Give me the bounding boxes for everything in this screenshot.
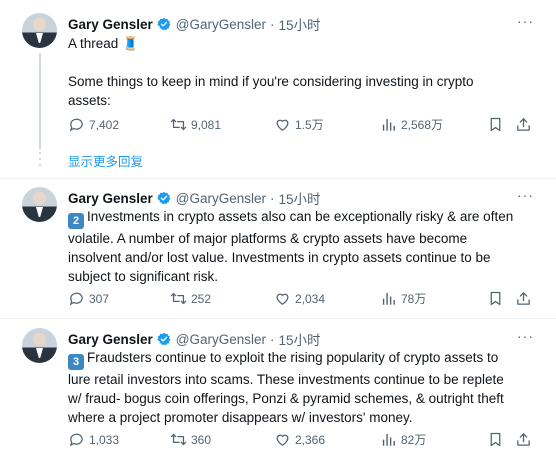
avatar[interactable] [22, 13, 57, 48]
share-icon [515, 290, 532, 307]
like-icon [274, 431, 291, 448]
reply-button[interactable]: 7,402 [68, 116, 119, 133]
author-handle[interactable]: @GaryGensler [176, 191, 266, 206]
reply-icon [68, 116, 85, 133]
share-button[interactable] [515, 431, 532, 453]
reply-count: 1,033 [89, 432, 120, 447]
bookmark-icon [487, 431, 504, 448]
share-icon [515, 116, 532, 133]
tweet-2[interactable]: Gary Gensler @GaryGensler · 15小时 ··· 2 In… [0, 179, 556, 319]
share-button[interactable] [515, 116, 532, 138]
tweet-header: Gary Gensler @GaryGensler · 15小时 [68, 329, 321, 349]
views-button[interactable]: 82万 [380, 431, 426, 448]
timestamp[interactable]: 15小时 [279, 14, 321, 34]
like-button[interactable]: 2,366 [274, 431, 325, 448]
keycap-icon: 3 [68, 354, 84, 370]
tweet-header: Gary Gensler @GaryGensler · 15小时 [68, 14, 321, 34]
action-bar: 7,402 9,081 1.5万 2,568万 [68, 116, 536, 136]
thread-gap-dots [39, 152, 41, 170]
retweet-icon [170, 431, 187, 448]
text-line: w/ fraud- bogus coin offerings, Ponzi & … [68, 391, 504, 406]
keycap-icon: 2 [68, 213, 84, 229]
views-button[interactable]: 2,568万 [380, 116, 443, 133]
author-name[interactable]: Gary Gensler [68, 17, 153, 32]
separator-dot: · [270, 331, 275, 347]
author-handle[interactable]: @GaryGensler [176, 332, 266, 347]
text-line [68, 53, 530, 72]
text-line: 3 Fraudsters continue to exploit the risi… [68, 348, 530, 370]
tweet-text: A thread 🧵 Some things to keep in mind i… [68, 34, 530, 110]
reply-button[interactable]: 307 [68, 290, 109, 307]
reply-icon [68, 431, 85, 448]
avatar[interactable] [22, 187, 57, 222]
views-icon [380, 290, 397, 307]
bookmark-button[interactable] [487, 116, 504, 138]
tweet-text: 3 Fraudsters continue to exploit the risi… [68, 348, 530, 427]
avatar[interactable] [22, 328, 57, 363]
retweet-icon [170, 116, 187, 133]
like-button[interactable]: 2,034 [274, 290, 325, 307]
retweet-button[interactable]: 252 [170, 290, 211, 307]
text-line: where a project promoter disappears w/ i… [68, 410, 413, 425]
like-count: 2,366 [295, 432, 326, 447]
action-bar: 307 252 2,034 78万 [68, 290, 536, 310]
view-count: 2,568万 [401, 118, 444, 132]
more-icon[interactable]: ··· [517, 328, 534, 344]
tweet-header: Gary Gensler @GaryGensler · 15小时 [68, 188, 321, 208]
thread-line [39, 53, 41, 149]
timestamp[interactable]: 15小时 [279, 329, 321, 349]
reply-count: 307 [89, 291, 110, 306]
view-count: 82万 [401, 433, 427, 447]
views-icon [380, 431, 397, 448]
show-more-replies-link[interactable]: 显示更多回复 [68, 151, 143, 170]
author-name[interactable]: Gary Gensler [68, 191, 153, 206]
separator-dot: · [270, 16, 275, 32]
separator-dot: · [270, 190, 275, 206]
text-line: subject to significant risk. [68, 269, 219, 284]
reply-count: 7,402 [89, 117, 120, 132]
text-line: 2 Investments in crypto assets also can b… [68, 207, 530, 229]
text-line: insolvent and/or lost value. Investments… [68, 250, 491, 265]
views-icon [380, 116, 397, 133]
author-name[interactable]: Gary Gensler [68, 332, 153, 347]
text-line: Some things to keep in mind if you're co… [68, 74, 474, 89]
bookmark-icon [487, 290, 504, 307]
bookmark-icon [487, 116, 504, 133]
like-count: 1.5万 [295, 118, 324, 132]
like-icon [274, 290, 291, 307]
more-icon[interactable]: ··· [517, 13, 534, 29]
retweet-count: 9,081 [191, 117, 222, 132]
like-button[interactable]: 1.5万 [274, 116, 324, 133]
verified-badge-icon [157, 17, 171, 31]
text-line: volatile. A number of major platforms & … [68, 231, 468, 246]
text-line: lure retail investors into scams. These … [68, 372, 504, 387]
author-handle[interactable]: @GaryGensler [176, 17, 266, 32]
verified-badge-icon [157, 191, 171, 205]
like-icon [274, 116, 291, 133]
retweet-button[interactable]: 9,081 [170, 116, 221, 133]
share-icon [515, 431, 532, 448]
reply-button[interactable]: 1,033 [68, 431, 119, 448]
retweet-button[interactable]: 360 [170, 431, 211, 448]
verified-badge-icon [157, 332, 171, 346]
tweet-text: 2 Investments in crypto assets also can b… [68, 207, 530, 286]
text-line: A thread 🧵 [68, 36, 139, 51]
timestamp[interactable]: 15小时 [279, 188, 321, 208]
text-line: assets: [68, 93, 111, 108]
share-button[interactable] [515, 290, 532, 312]
more-icon[interactable]: ··· [517, 187, 534, 203]
bookmark-button[interactable] [487, 290, 504, 312]
retweet-icon [170, 290, 187, 307]
bookmark-button[interactable] [487, 431, 504, 453]
tweet-3[interactable]: Gary Gensler @GaryGensler · 15小时 ··· 3 Fr… [0, 319, 556, 461]
action-bar: 1,033 360 2,366 82万 [68, 431, 536, 451]
view-count: 78万 [401, 292, 427, 306]
reply-icon [68, 290, 85, 307]
retweet-count: 252 [191, 291, 212, 306]
retweet-count: 360 [191, 432, 212, 447]
like-count: 2,034 [295, 291, 326, 306]
views-button[interactable]: 78万 [380, 290, 426, 307]
